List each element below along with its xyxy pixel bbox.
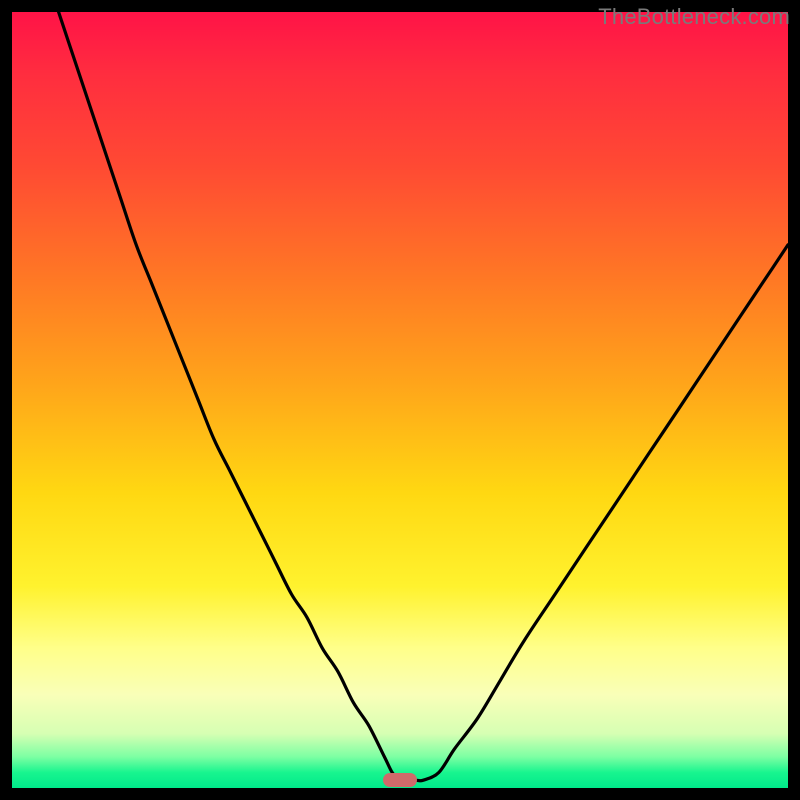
bottleneck-curve (12, 12, 788, 788)
chart-frame: TheBottleneck.com (0, 0, 800, 800)
plot-area (12, 12, 788, 788)
minimum-marker (383, 773, 417, 787)
watermark-text: TheBottleneck.com (598, 4, 790, 30)
